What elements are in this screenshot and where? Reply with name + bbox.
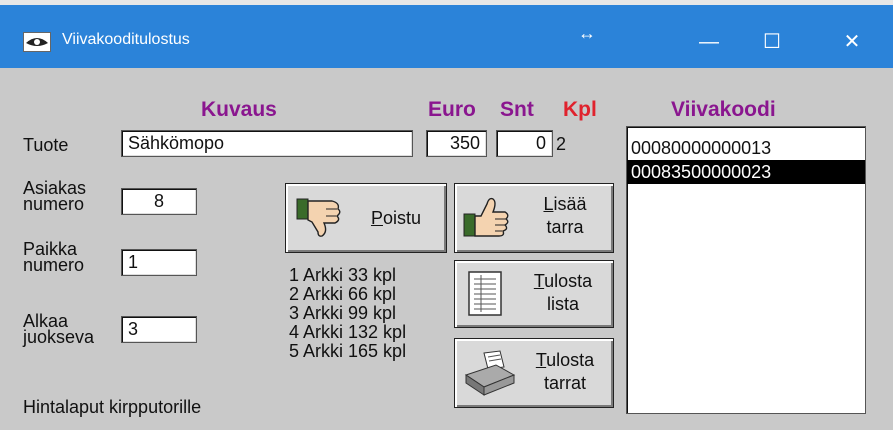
header-euro: Euro [428, 98, 476, 121]
sheet-info-4: 4 Arkki 132 kpl [289, 322, 407, 342]
exit-button[interactable]: Poistu [285, 183, 447, 253]
print-labels-button-label: Tulosta tarrat [535, 350, 595, 393]
start-label-line2: juokseva [23, 327, 95, 347]
place-label-line2: numero [23, 255, 85, 275]
thumbs-down-icon [296, 198, 341, 237]
customer-label-line2: numero [23, 194, 85, 214]
sheet-info-5: 5 Arkki 165 kpl [289, 341, 407, 361]
euro-field[interactable]: 350 [426, 130, 487, 157]
place-label: Paikka numero [23, 240, 85, 275]
start-number-field[interactable]: 3 [121, 316, 197, 343]
barcode-list[interactable]: 00080000000013 00083500000023 [626, 126, 866, 414]
thumbs-up-icon [463, 197, 509, 237]
footer-text: Hintalaput kirpputorille [23, 397, 202, 417]
document-list-icon [468, 271, 502, 316]
customer-label: Asiakas numero [23, 179, 86, 214]
printer-icon [464, 350, 516, 396]
sheet-info-3: 3 Arkki 99 kpl [289, 303, 397, 323]
eye-icon [23, 32, 51, 52]
barcode-list-item[interactable]: 00080000000013 [627, 136, 865, 160]
place-number-field[interactable]: 1 [121, 249, 197, 276]
maximize-button[interactable]: ☐ [757, 27, 787, 57]
print-list-button-label: Tulosta lista [533, 271, 593, 314]
resize-arrows-icon: ↔ [578, 23, 596, 43]
header-cents: Snt [500, 98, 534, 121]
close-button[interactable]: ✕ [837, 27, 867, 57]
customer-number-field[interactable]: 8 [121, 188, 197, 215]
cents-field[interactable]: 0 [496, 130, 553, 157]
print-labels-button[interactable]: Tulosta tarrat [454, 338, 614, 408]
product-name-field[interactable]: Sähkömopo [121, 130, 413, 157]
minimize-button[interactable]: — [694, 27, 724, 57]
window-title: Viivakooditulostus [62, 31, 190, 48]
sheet-info-2: 2 Arkki 66 kpl [289, 284, 397, 304]
start-label: Alkaa juokseva [23, 312, 95, 347]
header-barcode: Viivakoodi [671, 98, 776, 121]
header-quantity: Kpl [563, 98, 597, 121]
add-label-button[interactable]: Lisää tarra [454, 183, 614, 253]
app-window: Viivakooditulostus ↔ — ☐ ✕ Kuvaus Euro S… [0, 0, 893, 430]
barcode-list-item-selected[interactable]: 00083500000023 [627, 160, 865, 184]
exit-button-label: Poistu [370, 208, 422, 228]
print-list-button[interactable]: Tulosta lista [454, 260, 614, 328]
product-label: Tuote [23, 135, 69, 155]
header-description: Kuvaus [201, 98, 277, 121]
quantity-value: 2 [556, 134, 567, 154]
add-label-button-label: Lisää tarra [543, 194, 587, 237]
title-bar[interactable]: Viivakooditulostus ↔ — ☐ ✕ [0, 5, 893, 68]
sheet-info-1: 1 Arkki 33 kpl [289, 265, 397, 285]
